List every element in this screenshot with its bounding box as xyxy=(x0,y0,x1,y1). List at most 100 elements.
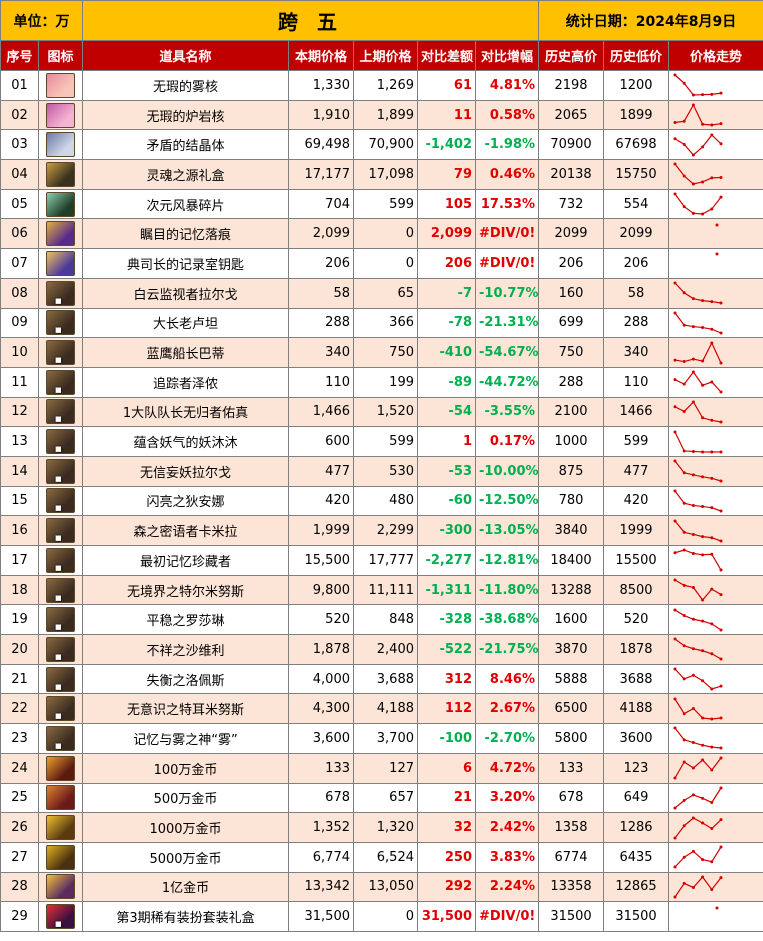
change-percent: -10.77% xyxy=(474,277,540,309)
unit-label: 单位：万 xyxy=(0,0,83,41)
table-row: 16 ■ 森之密语者卡米拉 1,999 2,299 -300 -13.05% 3840 1999 xyxy=(0,515,763,546)
trend-point xyxy=(710,860,714,864)
item-name: 闪亮之狄安娜 xyxy=(82,485,289,517)
trend-chart xyxy=(673,667,723,691)
trend-point xyxy=(673,489,677,493)
trend-point xyxy=(710,768,714,772)
trend-point xyxy=(701,744,705,748)
soul-box-icon xyxy=(46,161,75,187)
price-difference: -522 xyxy=(417,634,476,665)
change-percent: 3.20% xyxy=(474,782,540,814)
change-percent: -13.05% xyxy=(474,515,540,546)
trend-point xyxy=(710,380,714,384)
trend-line xyxy=(674,431,722,453)
trend-line xyxy=(674,638,722,660)
trend-point xyxy=(719,141,723,145)
coin-pile-icon xyxy=(46,755,75,781)
table-row: 06 瞩目的记忆落痕 2,099 0 2,099 #DIV/0! 2099 2099 xyxy=(0,218,763,250)
memory-trace-icon xyxy=(46,221,75,247)
trend-point xyxy=(691,850,695,854)
trend-line xyxy=(674,698,722,720)
trend-point xyxy=(710,717,714,721)
current-price: 13,342 xyxy=(288,871,354,903)
table-row: 25 500万金币 678 657 21 3.20% 678 649 xyxy=(0,782,763,814)
current-price: 420 xyxy=(288,485,354,517)
price-difference: -100 xyxy=(417,723,476,754)
trend-line xyxy=(674,549,722,571)
historic-high: 2065 xyxy=(538,99,605,131)
trend-point xyxy=(719,390,723,394)
crystal-icon xyxy=(46,132,75,158)
price-difference: 31,500 xyxy=(417,901,476,932)
historic-low: 520 xyxy=(603,604,670,636)
trend-point xyxy=(673,281,677,285)
historic-low: 1466 xyxy=(603,396,670,428)
current-price: 2,099 xyxy=(288,218,354,250)
trend-point xyxy=(682,409,686,413)
price-difference: -7 xyxy=(417,277,476,309)
historic-high: 1358 xyxy=(538,812,605,843)
trend-point xyxy=(715,906,719,910)
historic-high: 875 xyxy=(538,455,605,487)
col-header-change-pct: 对比增幅 xyxy=(474,40,540,71)
card-lopez-icon: ■ xyxy=(46,666,75,692)
historic-low: 3688 xyxy=(603,663,670,695)
table-row: 04 灵魂之源礼盒 17,177 17,098 79 0.46% 20138 15750 xyxy=(0,159,763,190)
current-price: 1,466 xyxy=(288,396,354,428)
price-trend-sparkline xyxy=(668,455,763,487)
row-number: 25 xyxy=(0,782,39,814)
trend-line xyxy=(674,400,722,423)
trend-point xyxy=(691,793,695,797)
row-number: 23 xyxy=(0,723,39,754)
historic-high: 160 xyxy=(538,277,605,309)
trend-chart xyxy=(673,845,723,869)
previous-price: 599 xyxy=(353,188,418,220)
row-number: 11 xyxy=(0,366,39,398)
trend-point xyxy=(673,136,677,140)
trend-point xyxy=(719,568,723,572)
trend-point xyxy=(701,122,705,126)
historic-low: 67698 xyxy=(603,129,670,161)
trend-point xyxy=(719,684,723,688)
item-name: 无瑕的雾核 xyxy=(82,70,289,101)
historic-low: 420 xyxy=(603,485,670,517)
price-trend-sparkline xyxy=(668,426,763,457)
row-number: 21 xyxy=(0,663,39,695)
price-difference: 21 xyxy=(417,782,476,814)
historic-low: 110 xyxy=(603,366,670,398)
row-number: 02 xyxy=(0,99,39,131)
trend-point xyxy=(673,378,677,382)
trend-point xyxy=(719,361,723,365)
price-trend-sparkline xyxy=(668,723,763,754)
row-number: 16 xyxy=(0,515,39,546)
trend-point xyxy=(701,858,705,862)
change-percent: 0.17% xyxy=(474,426,540,457)
trend-point xyxy=(682,855,686,859)
price-trend-sparkline xyxy=(668,515,763,546)
price-difference: 105 xyxy=(417,188,476,220)
historic-low: 2099 xyxy=(603,218,670,250)
item-name: 记忆与雾之神“雾” xyxy=(82,723,289,754)
card-termius-icon: ■ xyxy=(46,696,75,722)
price-difference: 206 xyxy=(417,248,476,279)
historic-low: 6435 xyxy=(603,841,670,873)
trend-point xyxy=(701,598,705,602)
trend-point xyxy=(691,741,695,745)
item-name: 最初记忆珍藏者 xyxy=(82,545,289,576)
previous-price: 530 xyxy=(353,455,418,487)
item-name: 典司长的记录室钥匙 xyxy=(82,248,289,279)
trend-point xyxy=(710,652,714,656)
price-difference: -89 xyxy=(417,366,476,398)
trend-point xyxy=(691,400,695,404)
trend-point xyxy=(710,176,714,180)
item-name: 1大队队长无归者佑真 xyxy=(82,396,289,428)
row-number: 17 xyxy=(0,545,39,576)
trend-chart xyxy=(673,370,723,394)
item-name: 100万金币 xyxy=(82,752,289,784)
item-name: 无瑕的炉岩核 xyxy=(82,99,289,131)
trend-point xyxy=(682,323,686,327)
trend-point xyxy=(710,450,714,454)
change-percent: #DIV/0! xyxy=(474,901,540,932)
historic-high: 13358 xyxy=(538,871,605,903)
current-price: 3,600 xyxy=(288,723,354,754)
